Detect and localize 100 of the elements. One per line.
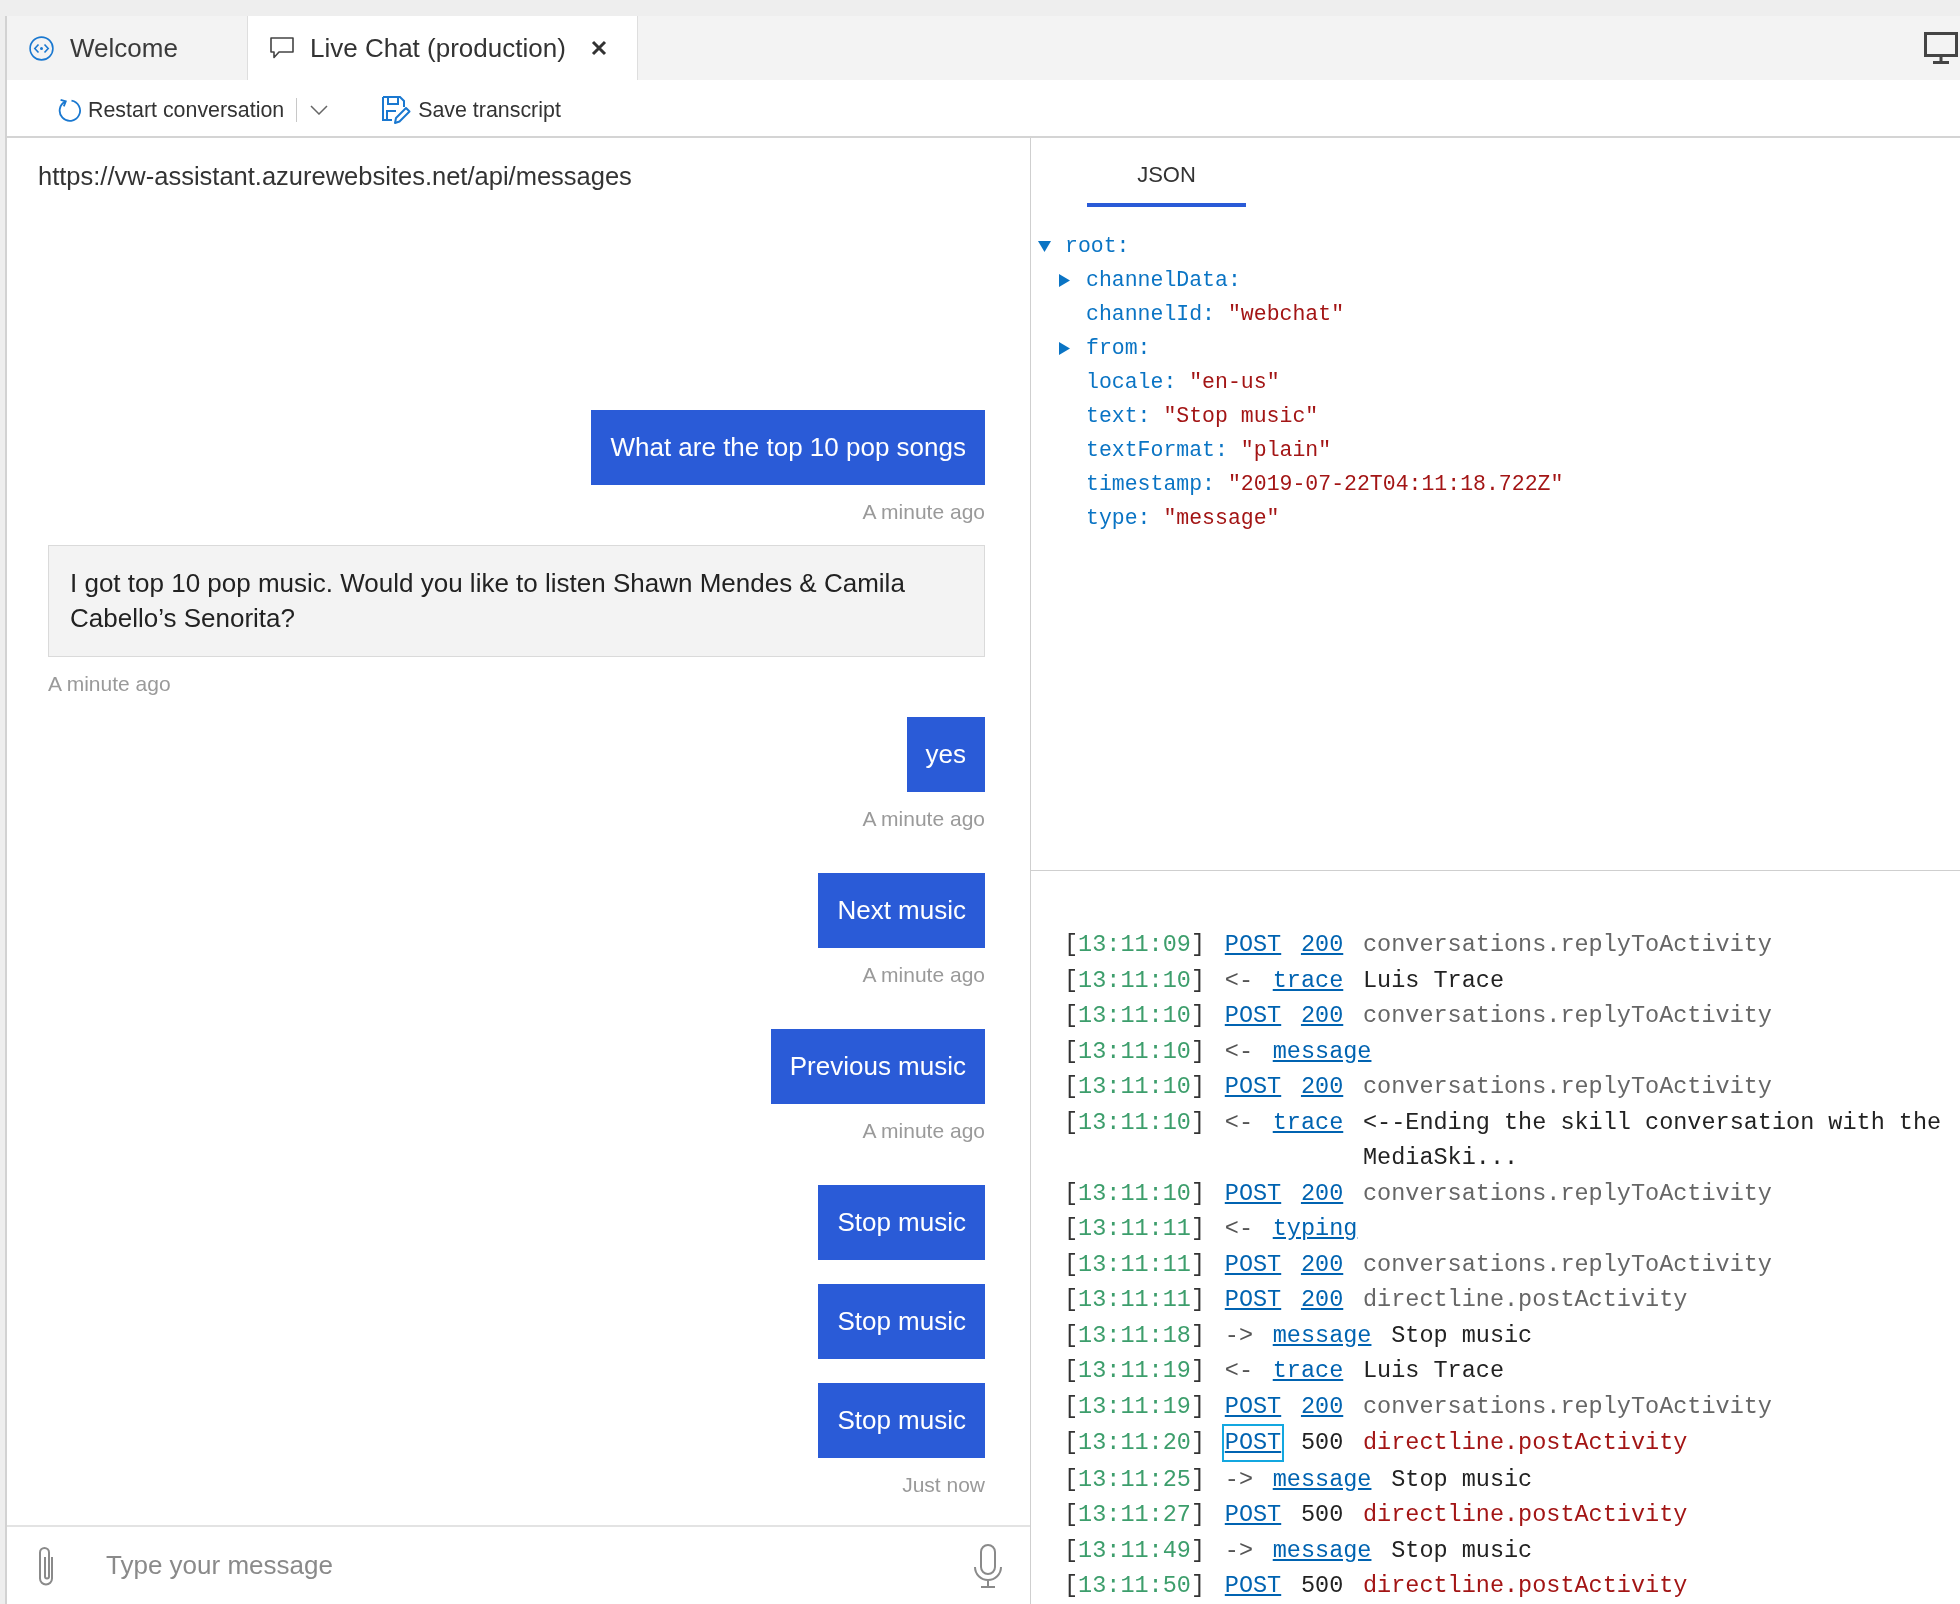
method-link[interactable]: POST (1224, 1246, 1282, 1282)
method-link[interactable]: POST (1224, 1069, 1282, 1105)
method-link[interactable]: POST (1224, 1497, 1282, 1533)
refresh-icon (57, 97, 82, 123)
message-timestamp: A minute ago (862, 1119, 985, 1143)
log-route: conversations.replyToActivity (1363, 930, 1772, 960)
close-icon[interactable] (590, 40, 607, 56)
method-link[interactable]: POST (1224, 1388, 1282, 1424)
status-link[interactable]: 200 (1300, 1175, 1344, 1211)
tree-value: "2019-07-22T04:11:18.722Z" (1227, 471, 1564, 498)
user-message: Next music (818, 873, 985, 948)
activity-link[interactable]: message (1272, 1033, 1372, 1069)
activity-link[interactable]: message (1272, 1317, 1372, 1353)
microphone-icon[interactable] (972, 1543, 1004, 1588)
activity-link[interactable]: trace (1272, 1104, 1344, 1140)
log-timestamp: [13:11:49] (1064, 1535, 1206, 1566)
activity-link[interactable]: message (1272, 1532, 1372, 1568)
monitor-icon[interactable] (1924, 32, 1958, 64)
log-message: Stop music (1391, 1320, 1533, 1351)
caret-right-icon[interactable] (1059, 341, 1070, 355)
log-timestamp: [13:11:09] (1064, 930, 1206, 960)
method-link[interactable]: POST (1224, 998, 1282, 1034)
message-timestamp: Just now (902, 1473, 985, 1497)
log-route: conversations.replyToActivity (1363, 1072, 1772, 1102)
log-route: conversations.replyToActivity (1363, 1391, 1772, 1422)
log-direction: <- (1224, 965, 1253, 996)
tree-value: "Stop music" (1163, 403, 1319, 430)
log-route: directline.postActivity (1363, 1285, 1688, 1315)
status-link[interactable]: 200 (1300, 1246, 1344, 1282)
status-link[interactable]: 200 (1300, 1282, 1344, 1318)
log-timestamp: [13:11:11] (1064, 1285, 1206, 1315)
user-message: Stop music (818, 1185, 985, 1260)
log-timestamp: [13:11:25] (1064, 1464, 1206, 1495)
tree-value: "message" (1163, 505, 1280, 532)
message-input[interactable]: Type your message (106, 1545, 952, 1586)
log-timestamp: [13:11:20] (1064, 1428, 1206, 1458)
activity-link[interactable]: typing (1272, 1211, 1358, 1247)
status-code: 500 (1300, 1500, 1344, 1530)
caret-down-icon[interactable] (310, 105, 329, 115)
log-timestamp: [13:11:18] (1064, 1320, 1206, 1351)
bot-message: I got top 10 pop music. Would you like to listen Shawn Mendes & Camila Cabello’s Senorita? (48, 545, 985, 657)
user-message: What are the top 10 pop songs (591, 410, 985, 485)
log-direction: <- (1224, 1356, 1253, 1386)
endpoint-url: https://vw-assistant.azurewebsites.net/api/messages (38, 162, 632, 190)
method-link[interactable]: POST (1224, 1175, 1282, 1211)
log-message: Luis Trace (1363, 1356, 1504, 1386)
caret-right-icon[interactable] (1059, 273, 1070, 287)
message-timestamp: A minute ago (862, 807, 985, 831)
log-timestamp: [13:11:10] (1064, 1036, 1206, 1067)
log-route: directline.postActivity (1363, 1500, 1688, 1530)
log-direction: <- (1224, 1036, 1253, 1067)
tab[interactable]: Live Chat (production) (248, 16, 638, 80)
method-link[interactable]: POST (1224, 1568, 1282, 1604)
log-timestamp: [13:11:10] (1064, 1001, 1206, 1031)
log-timestamp: [13:11:50] (1064, 1571, 1206, 1601)
method-link[interactable]: POST (1224, 927, 1282, 963)
inspector-tab[interactable]: JSON (1087, 138, 1246, 207)
log-timestamp: [13:11:11] (1064, 1249, 1206, 1280)
log-timestamp: [13:11:10] (1064, 1072, 1206, 1102)
tree-value: "webchat" (1227, 301, 1345, 328)
tree-key: channelData: (1086, 263, 1241, 297)
tree-value: "en-us" (1189, 369, 1280, 396)
tree-value: "plain" (1240, 437, 1332, 464)
log-route: conversations.replyToActivity (1363, 1249, 1772, 1280)
method-link[interactable]: POST (1221, 1424, 1285, 1462)
message-timestamp: A minute ago (48, 672, 171, 696)
activity-link[interactable]: trace (1272, 1353, 1344, 1389)
restart-conversation-button[interactable]: Restart conversation (50, 93, 292, 127)
log-direction: <- (1224, 1107, 1253, 1138)
log-timestamp: [13:11:19] (1064, 1356, 1206, 1386)
caret-down-icon[interactable] (1038, 240, 1051, 252)
activity-link[interactable]: trace (1272, 962, 1344, 998)
user-message: Stop music (818, 1284, 985, 1359)
status-link[interactable]: 200 (1300, 1069, 1344, 1105)
save-transcript-button[interactable]: Save transcript (374, 91, 568, 129)
user-message: yes (906, 717, 985, 792)
status-link[interactable]: 200 (1300, 1388, 1344, 1424)
log-message: Stop music (1391, 1535, 1533, 1566)
save-icon (381, 95, 412, 125)
log-route: directline.postActivity (1363, 1571, 1688, 1601)
user-message: Previous music (770, 1029, 985, 1104)
method-link[interactable]: POST (1224, 1282, 1282, 1318)
speech-bubble-icon (270, 37, 294, 59)
message-timestamp: A minute ago (862, 500, 985, 524)
tree-key: locale: (1086, 365, 1177, 399)
tree-key: from: (1086, 331, 1151, 365)
status-link[interactable]: 200 (1300, 927, 1344, 963)
status-link[interactable]: 200 (1300, 998, 1344, 1034)
log-timestamp: [13:11:19] (1064, 1391, 1206, 1422)
chevrons-circle-icon (29, 35, 54, 61)
activity-link[interactable]: message (1272, 1461, 1372, 1497)
status-code: 500 (1300, 1428, 1344, 1458)
log-message: Luis Trace (1363, 965, 1504, 996)
tree-key: channelId: (1086, 297, 1216, 331)
tree-key: timestamp: (1086, 467, 1216, 501)
tree-key: textFormat: (1086, 433, 1228, 467)
log-message: Stop music (1391, 1464, 1533, 1495)
log-timestamp: [13:11:10] (1064, 1178, 1206, 1209)
log-timestamp: [13:11:11] (1064, 1214, 1206, 1244)
log-direction: -> (1224, 1464, 1253, 1495)
